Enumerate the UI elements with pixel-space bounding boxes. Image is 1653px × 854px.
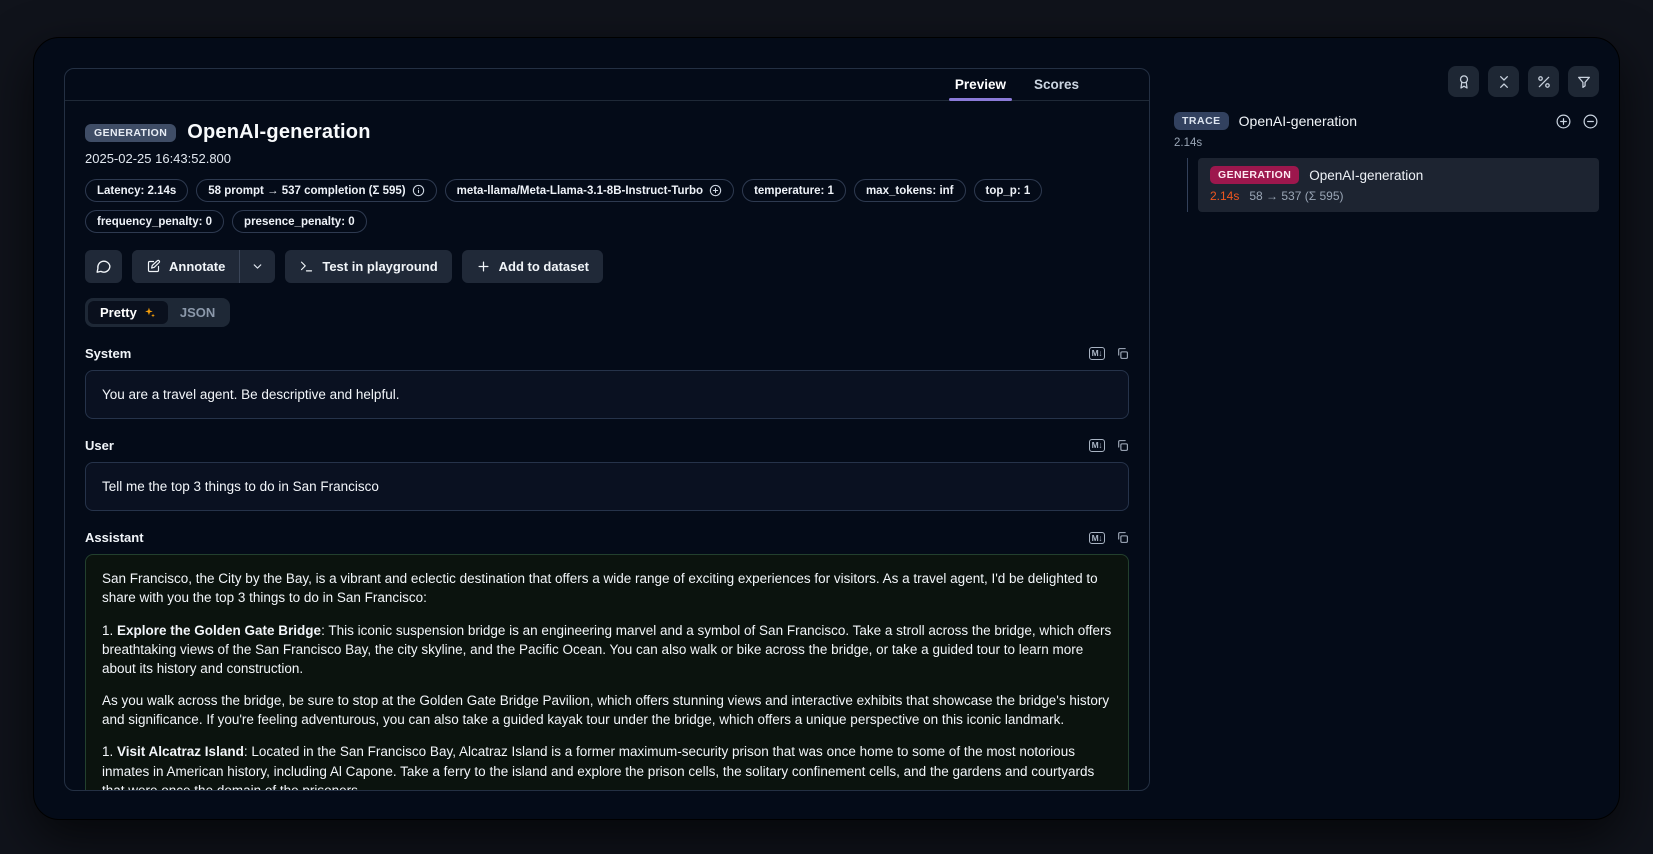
- token-usage-chip: 58 prompt → 537 completion (Σ 595): [196, 179, 436, 202]
- generation-type-badge: GENERATION: [85, 124, 176, 142]
- fold-vertical-icon: [1496, 74, 1512, 90]
- annotate-dropdown-button[interactable]: [240, 250, 275, 283]
- generation-node-tokens: 58 → 537 (Σ 595): [1249, 189, 1343, 203]
- markdown-toggle-icon[interactable]: M↓: [1089, 347, 1105, 360]
- trace-root-row[interactable]: TRACE OpenAI-generation: [1174, 112, 1599, 130]
- generation-node-title: OpenAI-generation: [1309, 168, 1423, 183]
- collapse-all-button[interactable]: [1488, 66, 1519, 97]
- presence-penalty-chip: presence_penalty: 0: [232, 210, 367, 233]
- add-to-dataset-button[interactable]: Add to dataset: [462, 250, 603, 283]
- generation-tree-node[interactable]: GENERATION OpenAI-generation 2.14s 58 → …: [1198, 158, 1599, 212]
- annotate-label: Annotate: [169, 259, 225, 274]
- tree-connector-line: [1187, 158, 1188, 212]
- filter-icon: [1576, 74, 1592, 90]
- pretty-view-segment[interactable]: Pretty: [88, 301, 168, 324]
- top-p-chip: top_p: 1: [974, 179, 1043, 202]
- card-body: GENERATION OpenAI-generation 2025-02-25 …: [65, 101, 1149, 790]
- user-section-header: User M↓: [85, 438, 1129, 453]
- zoom-in-icon[interactable]: [1555, 113, 1572, 130]
- generation-node-duration: 2.14s: [1210, 189, 1239, 203]
- json-view-segment[interactable]: JSON: [168, 301, 227, 324]
- system-label: System: [85, 346, 131, 361]
- preview-scores-tabbar: Preview Scores: [65, 69, 1149, 101]
- pen-square-icon: [146, 259, 161, 274]
- max-tokens-chip: max_tokens: inf: [854, 179, 966, 202]
- assistant-paragraph: As you walk across the bridge, be sure t…: [102, 691, 1112, 729]
- markdown-toggle-icon[interactable]: M↓: [1089, 532, 1105, 545]
- markdown-toggle-icon[interactable]: M↓: [1089, 439, 1105, 452]
- tab-scores[interactable]: Scores: [1022, 69, 1091, 100]
- playground-label: Test in playground: [322, 259, 437, 274]
- zoom-out-icon[interactable]: [1582, 113, 1599, 130]
- percent-icon: [1536, 74, 1552, 90]
- chevron-down-icon: [251, 260, 264, 273]
- page-title: OpenAI-generation: [187, 121, 370, 144]
- model-chip: meta-llama/Meta-Llama-3.1-8B-Instruct-Tu…: [445, 179, 734, 202]
- terminal-icon: [299, 259, 314, 274]
- plus-icon: [476, 259, 491, 274]
- model-label: meta-llama/Meta-Llama-3.1-8B-Instruct-Tu…: [457, 185, 703, 197]
- circle-plus-icon[interactable]: [709, 184, 722, 197]
- chat-bubble-icon: [95, 258, 112, 275]
- temperature-chip: temperature: 1: [742, 179, 846, 202]
- assistant-message-box: San Francisco, the City by the Bay, is a…: [85, 554, 1129, 790]
- assistant-label: Assistant: [85, 530, 144, 545]
- sidebar-toolbar: [1174, 66, 1599, 97]
- metrics-percent-button[interactable]: [1528, 66, 1559, 97]
- sparkles-icon: [143, 306, 156, 319]
- copy-icon[interactable]: [1116, 531, 1129, 544]
- copy-icon[interactable]: [1116, 439, 1129, 452]
- generation-node-badge: GENERATION: [1210, 166, 1299, 184]
- annotate-split-button: Annotate: [132, 250, 275, 283]
- observation-preview-card: Preview Scores GENERATION OpenAI-generat…: [64, 68, 1150, 791]
- trace-tree: GENERATION OpenAI-generation 2.14s 58 → …: [1174, 158, 1599, 212]
- copy-icon[interactable]: [1116, 347, 1129, 360]
- trace-sidebar: TRACE OpenAI-generation 2.14s GENERATION…: [1174, 66, 1599, 212]
- filter-button[interactable]: [1568, 66, 1599, 97]
- scores-award-button[interactable]: [1448, 66, 1479, 97]
- latency-chip: Latency: 2.14s: [85, 179, 188, 202]
- user-label: User: [85, 438, 114, 453]
- test-in-playground-button[interactable]: Test in playground: [285, 250, 451, 283]
- assistant-paragraph: 1. Visit Alcatraz Island: Located in the…: [102, 742, 1112, 790]
- annotate-button[interactable]: Annotate: [132, 250, 239, 283]
- info-icon[interactable]: [412, 184, 425, 197]
- trace-title: OpenAI-generation: [1239, 113, 1545, 129]
- frequency-penalty-chip: frequency_penalty: 0: [85, 210, 224, 233]
- assistant-paragraph: 1. Explore the Golden Gate Bridge: This …: [102, 621, 1112, 678]
- timestamp: 2025-02-25 16:43:52.800: [85, 151, 1129, 166]
- assistant-paragraph: San Francisco, the City by the Bay, is a…: [102, 569, 1112, 607]
- token-usage-label: 58 prompt → 537 completion (Σ 595): [208, 185, 405, 197]
- app-window: Preview Scores GENERATION OpenAI-generat…: [33, 37, 1620, 820]
- tab-preview[interactable]: Preview: [943, 69, 1018, 100]
- pretty-json-toggle: Pretty JSON: [85, 298, 230, 327]
- system-section-header: System M↓: [85, 346, 1129, 361]
- pretty-label: Pretty: [100, 305, 137, 320]
- dataset-label: Add to dataset: [499, 259, 589, 274]
- metadata-chips: Latency: 2.14s 58 prompt → 537 completio…: [85, 179, 1085, 233]
- assistant-section-header: Assistant M↓: [85, 530, 1129, 545]
- action-buttons-row: Annotate Test in playground: [85, 250, 1129, 283]
- trace-duration: 2.14s: [1174, 137, 1599, 149]
- title-row: GENERATION OpenAI-generation: [85, 121, 1129, 144]
- award-icon: [1456, 74, 1472, 90]
- comments-button[interactable]: [85, 250, 122, 283]
- trace-badge: TRACE: [1174, 112, 1229, 130]
- system-message-box: You are a travel agent. Be descriptive a…: [85, 370, 1129, 419]
- user-message-box: Tell me the top 3 things to do in San Fr…: [85, 462, 1129, 511]
